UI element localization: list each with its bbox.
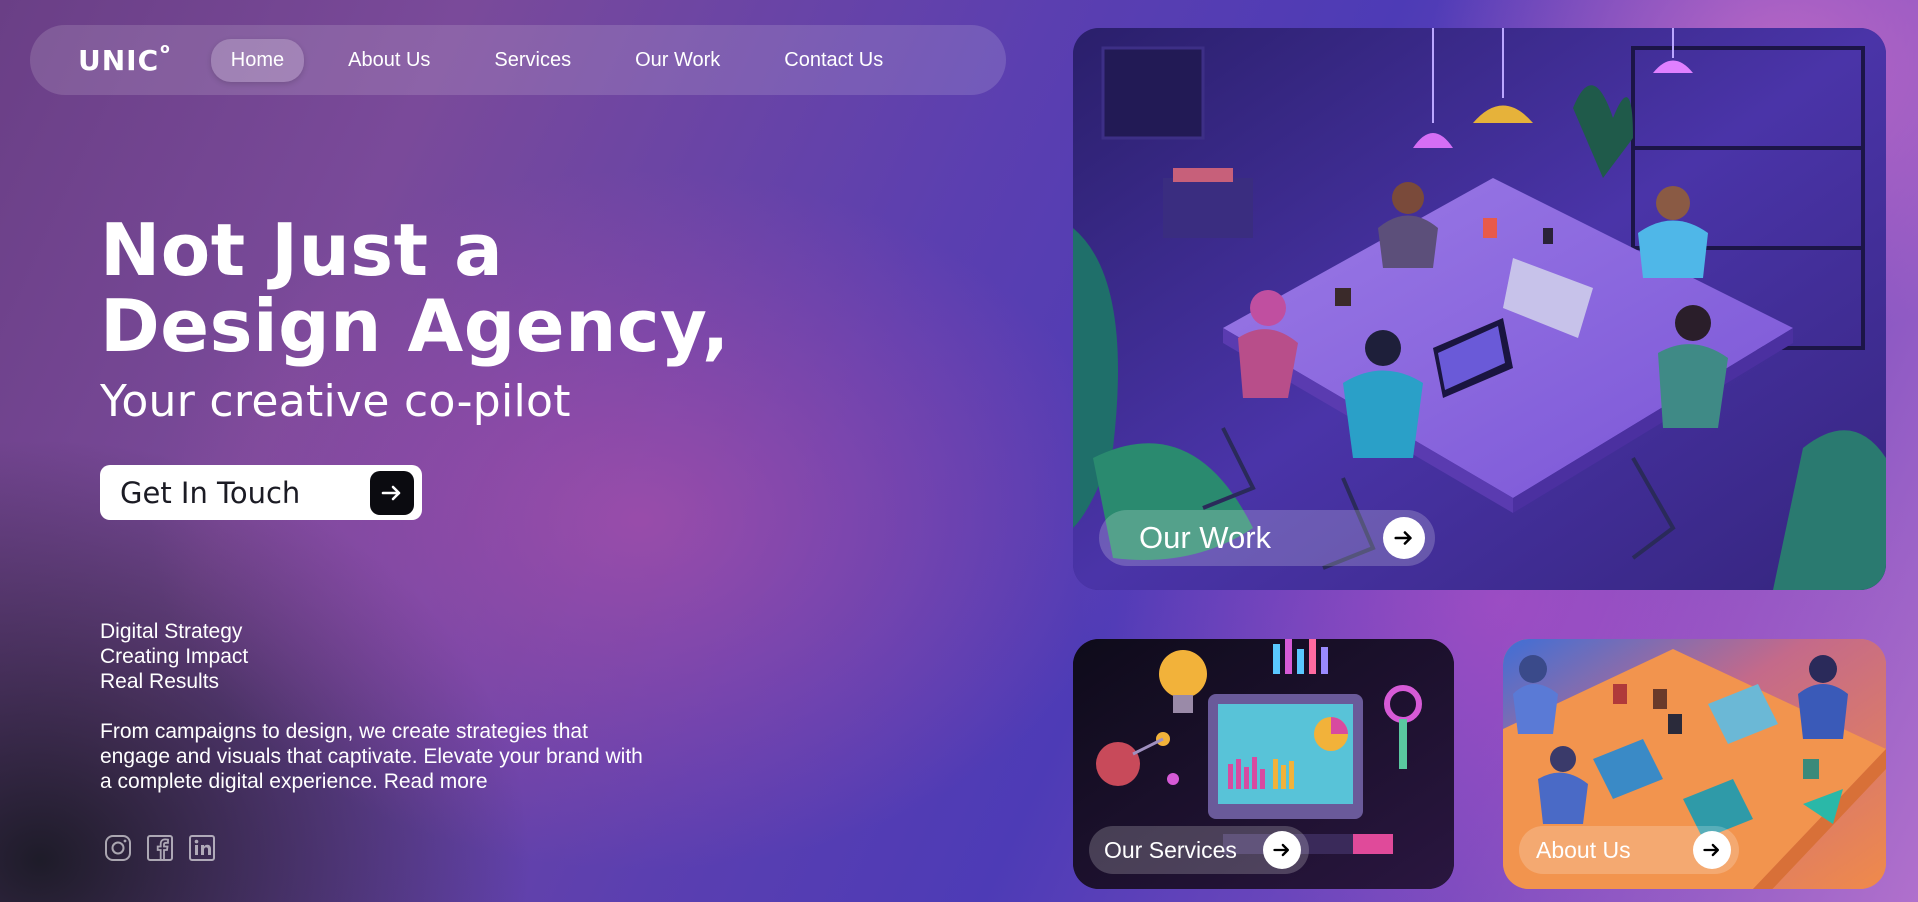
get-in-touch-button[interactable]: Get In Touch	[100, 465, 422, 520]
hero-subtitle: Your creative co-pilot	[100, 376, 571, 427]
nav-item-home[interactable]: Home	[210, 38, 305, 82]
our-work-card[interactable]: Our Work	[1073, 28, 1886, 590]
our-work-chip[interactable]: Our Work	[1099, 510, 1435, 566]
tagline-digital-strategy: Digital Strategy	[100, 620, 243, 643]
nav-item-contact-us[interactable]: Contact Us	[764, 39, 903, 82]
tagline-creating-impact: Creating Impact	[100, 645, 249, 668]
brand-name: UNIC	[78, 43, 160, 77]
arrow-right-icon	[1383, 517, 1425, 559]
hero-title-line-2: Design Agency,	[100, 284, 730, 368]
top-navigation: UNICo Home About Us Services Our Work Co…	[30, 25, 1006, 95]
our-services-card[interactable]: Our Services	[1073, 639, 1454, 889]
social-links	[104, 834, 216, 862]
about-us-label: About Us	[1536, 836, 1631, 863]
arrow-right-icon	[1693, 831, 1731, 869]
team-meeting-illustration	[1073, 28, 1886, 590]
arrow-right-icon	[1263, 831, 1301, 869]
description-text: From campaigns to design, we create stra…	[100, 720, 643, 793]
our-services-chip[interactable]: Our Services	[1089, 826, 1309, 874]
our-services-label: Our Services	[1104, 836, 1237, 863]
nav-item-our-work[interactable]: Our Work	[615, 39, 740, 82]
our-work-label: Our Work	[1139, 520, 1272, 555]
hero-title-line-1: Not Just a	[100, 208, 504, 292]
read-more-link[interactable]: Read more	[384, 770, 488, 793]
arrow-right-icon	[370, 471, 414, 515]
nav-item-about-us[interactable]: About Us	[328, 39, 450, 82]
linkedin-icon[interactable]	[188, 834, 216, 862]
brand-logo[interactable]: UNICo	[78, 41, 171, 77]
get-in-touch-label: Get In Touch	[120, 475, 301, 510]
brand-mark: o	[160, 41, 171, 58]
hero-title: Not Just a Design Agency,	[100, 212, 730, 364]
agency-description: From campaigns to design, we create stra…	[100, 719, 660, 794]
facebook-icon[interactable]	[146, 834, 174, 862]
nav-item-services[interactable]: Services	[474, 39, 591, 82]
instagram-icon[interactable]	[104, 834, 132, 862]
about-us-chip[interactable]: About Us	[1519, 826, 1739, 874]
about-us-card[interactable]: About Us	[1503, 639, 1886, 889]
tagline-real-results: Real Results	[100, 670, 220, 693]
taglines: Digital Strategy Creating Impact Real Re…	[100, 619, 248, 694]
